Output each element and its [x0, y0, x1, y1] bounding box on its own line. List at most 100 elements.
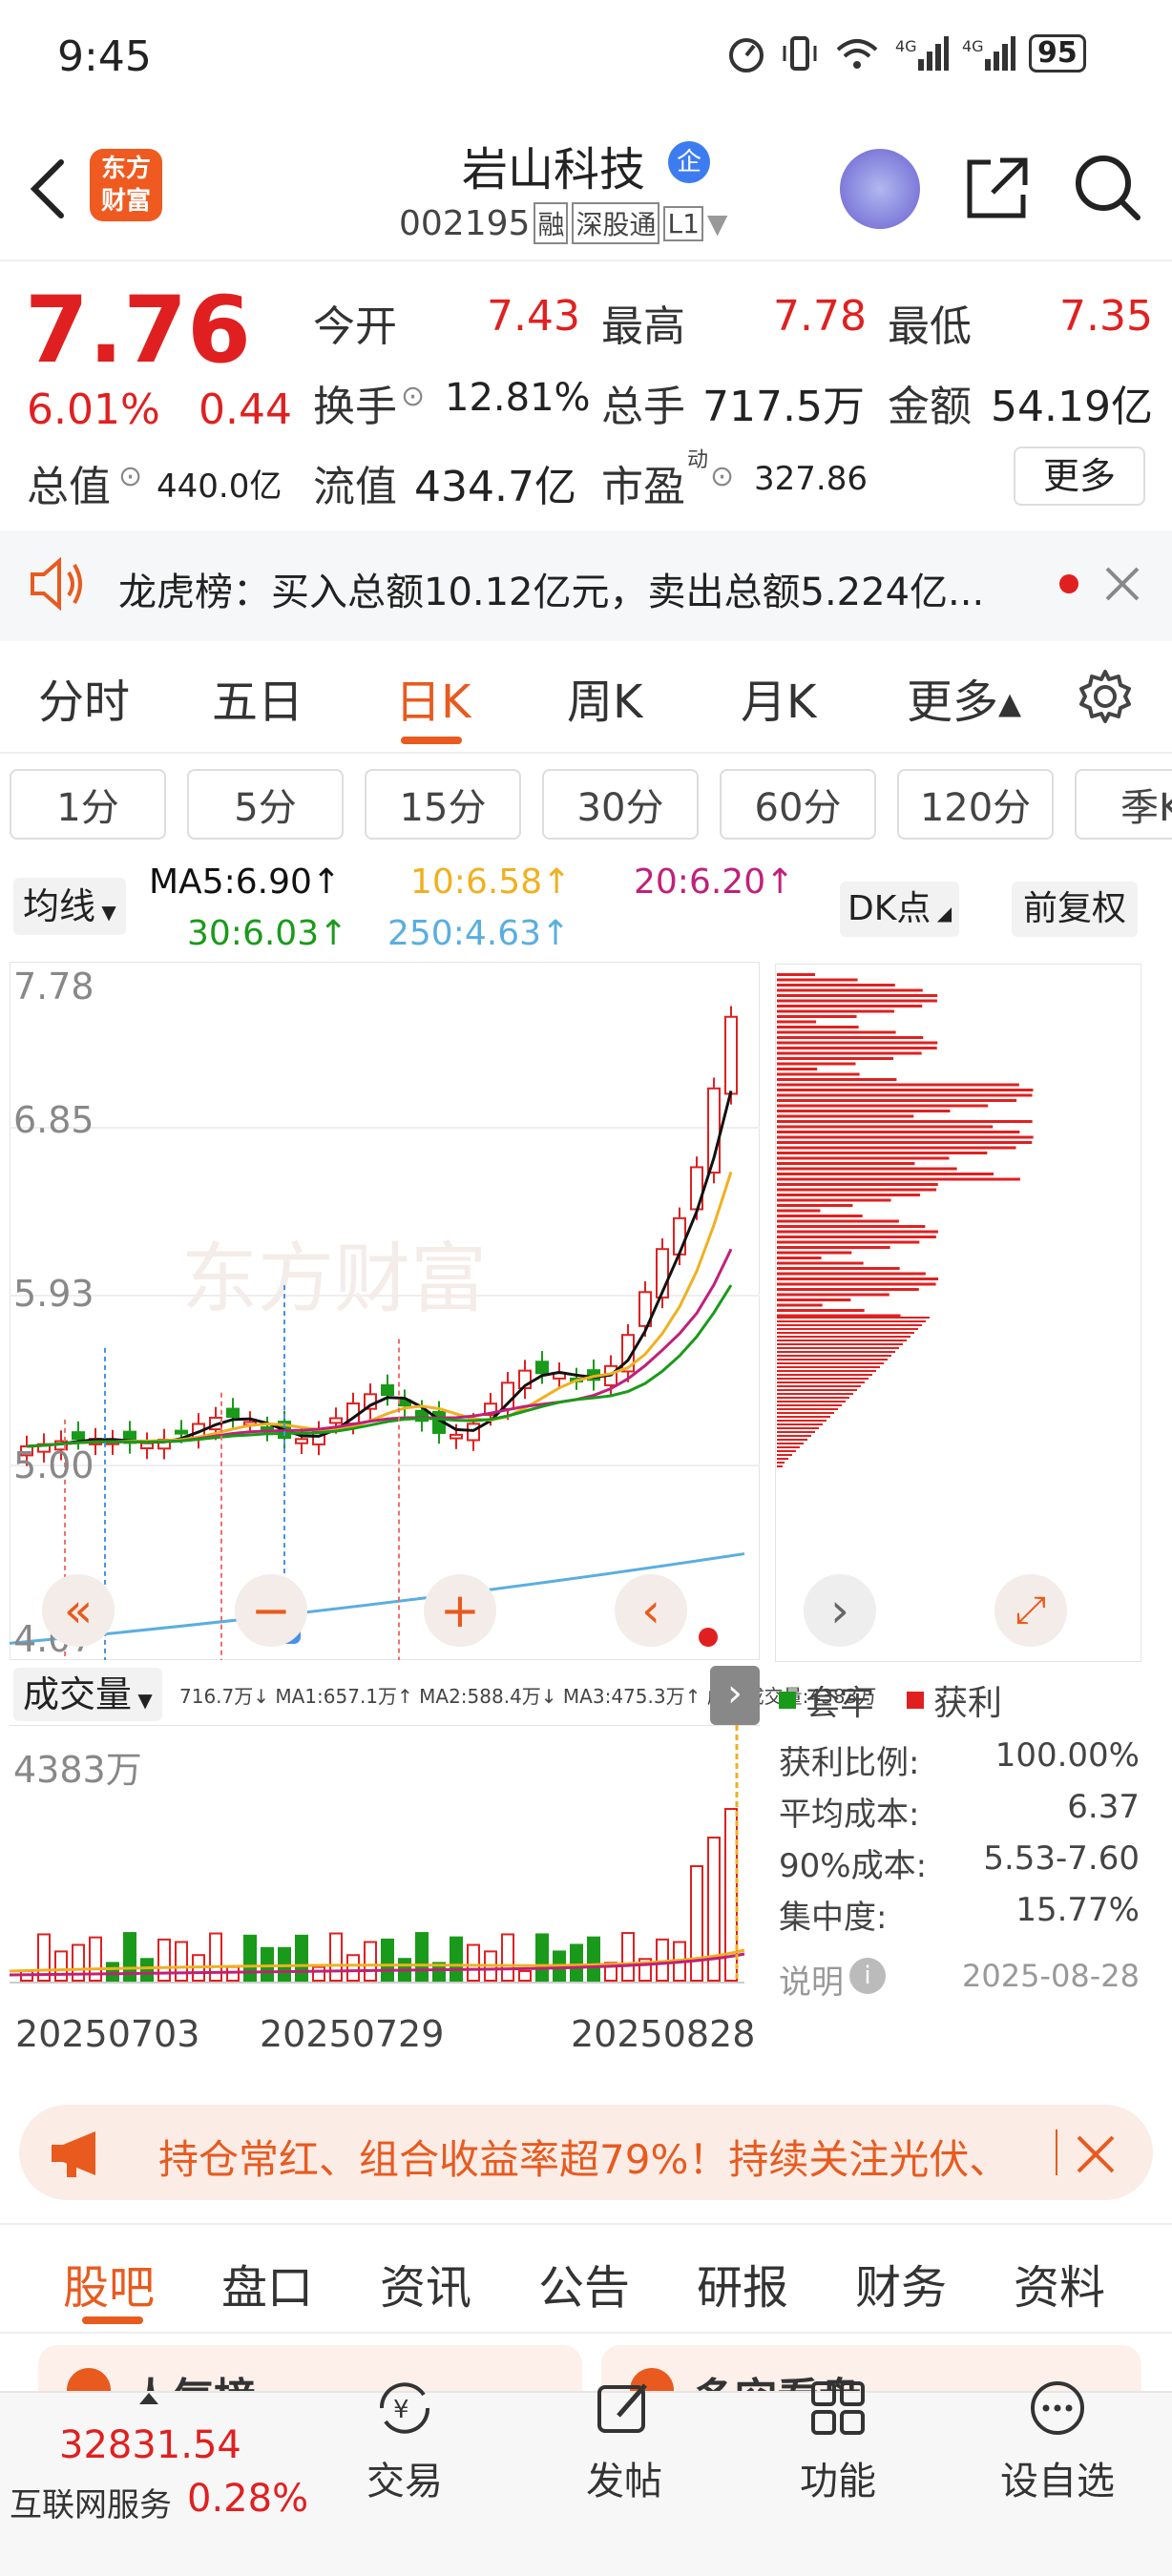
chip-bar	[777, 1423, 823, 1425]
prev-icon[interactable]: ‹	[615, 1574, 687, 1647]
chip-bar	[777, 1293, 889, 1297]
nav-function[interactable]: 功能	[743, 2378, 933, 2505]
tab-fenshi[interactable]: 分时	[38, 664, 130, 731]
chip-bar	[777, 1324, 922, 1326]
period-15m[interactable]: 15分	[365, 769, 521, 840]
candle-body	[450, 1433, 463, 1440]
chip-bar	[777, 1062, 856, 1066]
index-name[interactable]: 互联网服务	[10, 2479, 172, 2525]
volume-selector[interactable]: 成交量 ▼	[13, 1668, 162, 1721]
chip-bar	[777, 1420, 827, 1422]
amount-value: 54.19亿	[991, 383, 1153, 431]
period-1m[interactable]: 1分	[10, 769, 166, 840]
tab-zixun[interactable]: 资讯	[380, 2250, 471, 2316]
signal-icon-2: 4G	[962, 36, 1015, 71]
index-pct[interactable]: 0.28%	[187, 2477, 308, 2521]
info-icon[interactable]: ⊙	[710, 460, 734, 493]
nav-post-label: 发帖	[586, 2460, 662, 2503]
nav-post[interactable]: 发帖	[529, 2378, 720, 2505]
chip-bar	[777, 1416, 830, 1418]
chip-bar	[777, 1328, 918, 1330]
promo-text[interactable]: 持仓常红、组合收益率超79%！持续关注光伏、	[158, 2128, 1017, 2186]
chip-bar	[777, 1343, 903, 1345]
price-axis-4: 5.00	[13, 1444, 94, 1486]
index-value[interactable]: 32831.54	[59, 2423, 241, 2467]
high-label: 最高	[601, 302, 685, 351]
period-60m[interactable]: 60分	[720, 769, 876, 840]
chip-legend: 套牢 获利	[779, 1675, 1002, 1725]
expand-stats-icon[interactable]: ›	[710, 1666, 760, 1725]
chip-bar	[777, 1177, 1020, 1181]
fq-button[interactable]: 前复权	[1012, 882, 1139, 937]
period-5m[interactable]: 5分	[187, 769, 344, 840]
search-icon[interactable]	[1071, 149, 1143, 225]
tab-gonggao[interactable]: 公告	[538, 2250, 630, 2316]
chip-bar	[777, 1215, 863, 1217]
tag-rong: 融	[534, 202, 569, 244]
chip-bar	[777, 1397, 849, 1399]
kline-chart[interactable]: 东方财富 BBBSS	[10, 962, 760, 1660]
fast-back-icon[interactable]: «	[42, 1574, 115, 1647]
chip-bar	[777, 984, 895, 987]
tab-yuek[interactable]: 月K	[741, 664, 816, 731]
chip-bar	[777, 1366, 880, 1368]
price-axis-2: 6.85	[13, 1099, 94, 1141]
volume-bar	[106, 1962, 119, 1983]
close-icon[interactable]	[1103, 565, 1141, 603]
chip-bar	[777, 1051, 922, 1055]
gear-icon[interactable]	[1077, 668, 1134, 725]
status-time: 9:45	[57, 32, 152, 81]
chip-bar	[777, 1347, 899, 1349]
expand-icon[interactable]: ⤢	[994, 1574, 1067, 1647]
chip-bar	[777, 1057, 894, 1060]
chip-bar	[777, 1359, 888, 1361]
chip-bar	[777, 1446, 800, 1448]
volume-bar	[54, 1950, 68, 1982]
megaphone-icon	[52, 2131, 95, 2177]
dk-label: DK点	[848, 889, 931, 928]
chip-bar	[777, 1167, 957, 1171]
tab-more[interactable]: 更多▴	[907, 664, 1021, 731]
chip-bar	[777, 1439, 807, 1441]
tab-yanbao[interactable]: 研报	[697, 2250, 788, 2316]
last-price: 7.76	[25, 277, 251, 384]
chip-bar	[777, 1282, 936, 1286]
info-icon[interactable]: ⊙	[118, 460, 142, 493]
chip-bar	[777, 1462, 785, 1464]
dk-button[interactable]: DK点 ◢	[840, 882, 960, 937]
signal-icon-1: 4G	[895, 36, 949, 71]
back-icon[interactable]	[27, 156, 69, 221]
tab-ziliao[interactable]: 资料	[1014, 2250, 1105, 2316]
info-icon[interactable]: i	[849, 1958, 886, 1994]
period-quarter[interactable]: 季K	[1075, 769, 1172, 840]
notice-text[interactable]: 龙虎榜：买入总额10.12亿元，卖出总额5.224亿...	[118, 561, 1035, 616]
robot-avatar-icon[interactable]	[840, 149, 920, 229]
chip-row-label: 集中度:	[779, 1899, 888, 1937]
latest-dot	[699, 1628, 718, 1647]
chip-bar	[777, 1131, 1020, 1133]
period-30m[interactable]: 30分	[542, 769, 699, 840]
tab-wuri[interactable]: 五日	[212, 664, 303, 731]
dropdown-icon[interactable]: ▼	[707, 208, 728, 239]
zoom-in-icon[interactable]: +	[424, 1574, 496, 1647]
period-120m[interactable]: 120分	[897, 769, 1054, 840]
volume-value: 717.5万	[702, 383, 865, 431]
more-button[interactable]: 更多	[1014, 447, 1145, 506]
pe-label: 市盈	[601, 463, 685, 511]
tab-guba[interactable]: 股吧	[63, 2250, 155, 2316]
chip-row-label: 获利比例:	[779, 1744, 920, 1782]
tab-caiwu[interactable]: 财务	[855, 2250, 947, 2316]
tab-rik[interactable]: 日K	[395, 664, 471, 731]
mktcap-value: 440.0亿	[157, 467, 283, 506]
chip-distribution[interactable]	[775, 964, 1141, 1662]
ma-selector[interactable]: 均线 ▼	[13, 878, 126, 935]
zoom-out-icon[interactable]: −	[235, 1574, 307, 1647]
tab-zhouk[interactable]: 周K	[567, 664, 642, 731]
info-icon[interactable]: ⊙	[401, 380, 425, 413]
close-icon[interactable]	[1075, 2133, 1117, 2175]
nav-watchlist[interactable]: 设自选	[962, 2378, 1153, 2505]
share-icon[interactable]	[962, 153, 1033, 223]
next-icon[interactable]: ›	[804, 1574, 876, 1647]
nav-trade[interactable]: ¥ 交易	[309, 2378, 500, 2505]
tab-pankou[interactable]: 盘口	[221, 2250, 313, 2316]
